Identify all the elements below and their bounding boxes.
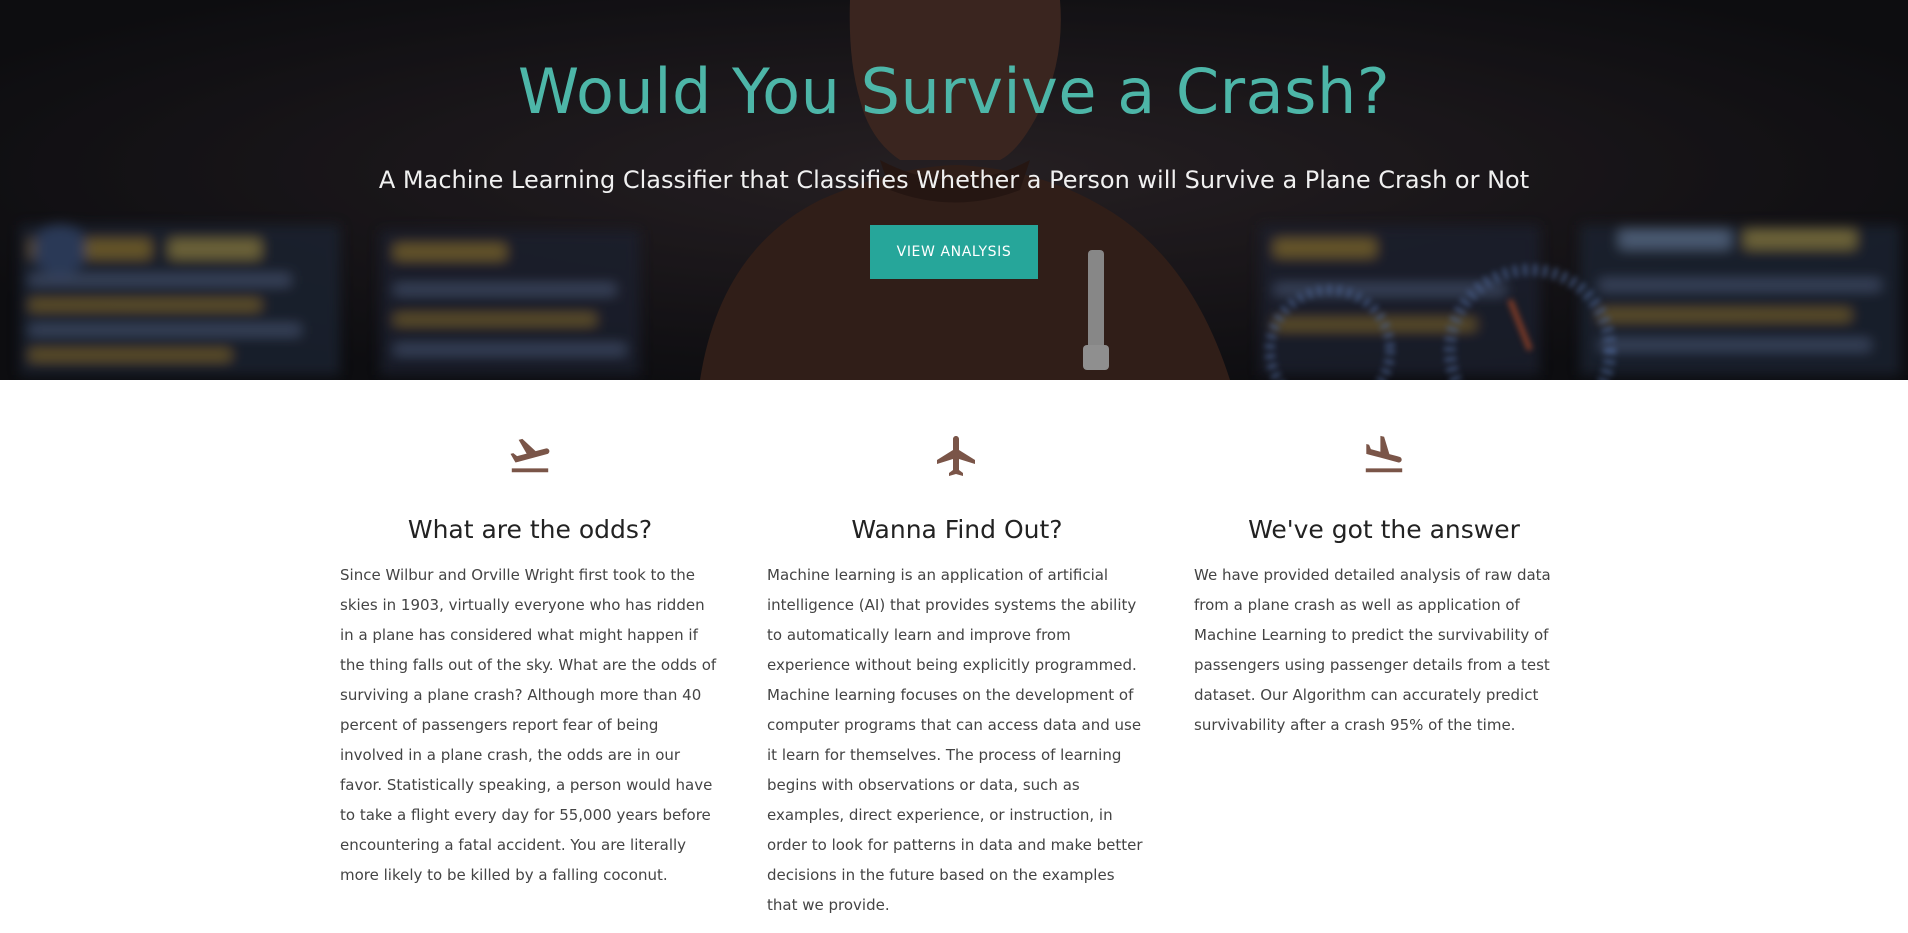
flight-landing-icon (1365, 435, 1403, 473)
features-section: What are the odds? Since Wilbur and Orvi… (0, 380, 1908, 933)
hero-title: Would You Survive a Crash? (517, 55, 1391, 128)
feature-heading: We've got the answer (1248, 515, 1520, 544)
hero-section: Would You Survive a Crash? A Machine Lea… (0, 0, 1908, 380)
hero-subtitle: A Machine Learning Classifier that Class… (378, 166, 1530, 194)
view-analysis-button[interactable]: VIEW ANALYSIS (870, 225, 1038, 279)
feature-body: Machine learning is an application of ar… (767, 566, 1143, 914)
airplane-icon (937, 436, 975, 476)
feature-heading: Wanna Find Out? (851, 515, 1063, 544)
feature-heading: What are the odds? (407, 515, 653, 544)
flight-takeoff-icon (510, 438, 550, 473)
hero-content: Would You Survive a Crash? A Machine Lea… (0, 0, 1908, 380)
feature-body: Since Wilbur and Orville Wright first to… (340, 566, 717, 884)
feature-body: We have provided detailed analysis of ra… (1194, 566, 1551, 734)
